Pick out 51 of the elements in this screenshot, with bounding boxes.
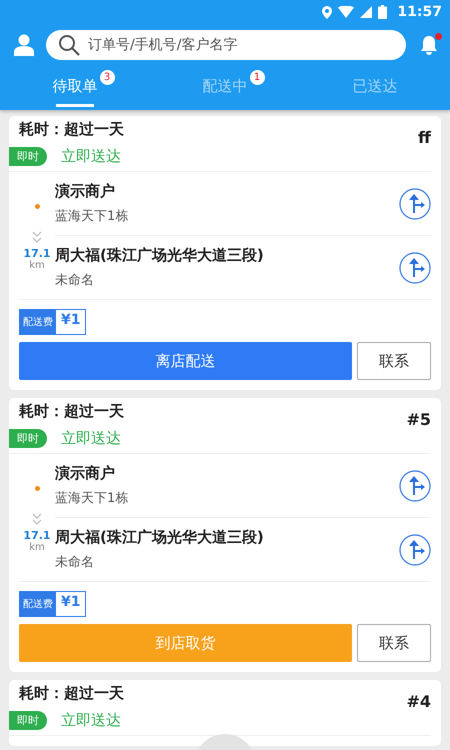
customer-name: 周大福(珠江广场光华大道三段) [55, 528, 264, 547]
navigation-icon[interactable] [399, 252, 431, 284]
contact-button[interactable]: 联系 [357, 342, 431, 380]
action-button[interactable]: 离店配送 [19, 342, 352, 380]
fee-amount: ¥1 [60, 593, 82, 612]
location-icon [322, 6, 332, 18]
distance-unit: km [29, 542, 45, 553]
search-icon [58, 34, 80, 56]
instant-tag: 即时 [9, 711, 47, 730]
order-number: #4 [406, 692, 431, 711]
instant-tag: 即时 [9, 147, 47, 166]
user-icon[interactable] [14, 34, 34, 56]
delivery-time: 立即送达 [61, 711, 121, 730]
bell-icon[interactable] [418, 33, 440, 57]
elapsed-time: 耗时：超过一天 [19, 402, 124, 421]
fee-label: 配送费 [20, 310, 56, 334]
tab[interactable]: 配送中 1 [150, 66, 300, 110]
customer-address: 未命名 [55, 272, 95, 289]
delivery-time: 立即送达 [61, 429, 121, 448]
pickup-dot [34, 486, 40, 491]
store-address: 蓝海天下1栋 [55, 208, 128, 225]
distance-value: 17.1 [23, 247, 51, 260]
store-address: 蓝海天下1栋 [55, 490, 128, 507]
battery-icon [378, 5, 388, 19]
chevron-down-icon [32, 513, 42, 527]
navigation-icon[interactable] [399, 188, 431, 220]
navigation-icon[interactable] [399, 534, 431, 566]
elapsed-time: 耗时：超过一天 [19, 120, 124, 139]
fee-amount: ¥1 [60, 311, 82, 330]
count-badge: 3 [100, 70, 114, 85]
customer-address: 未命名 [55, 554, 95, 571]
contact-button[interactable]: 联系 [357, 624, 431, 662]
order-number: ff [418, 128, 431, 147]
wifi-icon [338, 6, 354, 18]
delivery-time: 立即送达 [61, 147, 121, 166]
pickup-dot [34, 204, 40, 209]
navigation-icon[interactable] [399, 470, 431, 502]
distance-unit: km [29, 260, 45, 271]
distance-value: 17.1 [23, 529, 51, 542]
store-name: 演示商户 [55, 464, 116, 483]
elapsed-time: 耗时：超过一天 [19, 684, 124, 703]
customer-name: 周大福(珠江广场光华大道三段) [55, 246, 264, 265]
instant-tag: 即时 [9, 429, 47, 448]
count-badge: 1 [250, 70, 264, 85]
search-field[interactable]: 订单号/手机号/客户名字 [46, 30, 406, 60]
clock-text: 11:57 [397, 4, 442, 20]
chevron-down-icon [32, 231, 42, 245]
store-name: 演示商户 [55, 182, 116, 201]
order-number: #5 [406, 410, 431, 429]
signal-icon [360, 6, 372, 18]
fee-label: 配送费 [20, 592, 56, 616]
